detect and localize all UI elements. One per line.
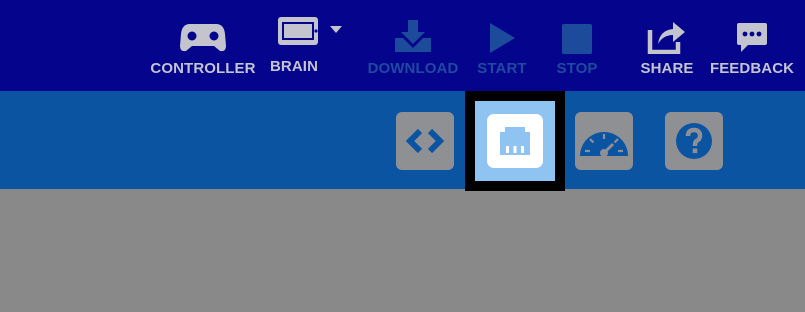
download-button[interactable]: DOWNLOAD	[364, 0, 462, 91]
selection-highlight	[475, 101, 555, 181]
download-label: DOWNLOAD	[367, 60, 459, 77]
chevron-down-icon	[330, 26, 342, 33]
play-icon	[487, 0, 517, 54]
brain-label: BRAIN	[270, 58, 318, 75]
controller-icon	[180, 0, 226, 54]
stop-label: STOP	[556, 60, 598, 77]
start-label: START	[477, 60, 527, 77]
top-toolbar: CONTROLLER BRAIN DOWNLOAD START STOP SHA…	[0, 0, 805, 91]
download-icon	[393, 0, 433, 54]
port-icon	[487, 114, 543, 168]
controller-button[interactable]: CONTROLLER	[150, 0, 256, 91]
tab-help[interactable]	[665, 112, 723, 170]
start-button[interactable]: START	[472, 0, 532, 91]
share-button[interactable]: SHARE	[636, 0, 698, 91]
dashboard-gauge-icon	[580, 132, 628, 157]
brain-button[interactable]: BRAIN	[264, 0, 354, 91]
controller-label: CONTROLLER	[150, 60, 256, 77]
speech-bubble-icon	[736, 0, 768, 54]
feedback-label: FEEDBACK	[709, 60, 795, 77]
tab-code[interactable]	[396, 112, 454, 170]
brain-icon	[269, 0, 349, 48]
share-icon	[647, 0, 687, 54]
tab-dashboard[interactable]	[575, 112, 633, 170]
stop-button[interactable]: STOP	[548, 0, 606, 91]
workspace-area	[0, 191, 805, 312]
help-icon	[676, 123, 712, 159]
code-icon	[405, 128, 445, 154]
tab-devices[interactable]	[465, 91, 565, 191]
stop-icon	[562, 0, 592, 54]
feedback-button[interactable]: FEEDBACK	[709, 0, 795, 91]
share-label: SHARE	[640, 60, 694, 77]
